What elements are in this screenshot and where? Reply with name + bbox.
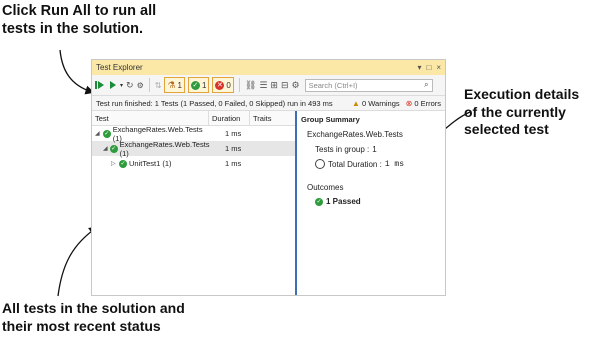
test-duration: 1 ms [225,159,242,168]
filter-passed-count: 1 [201,80,207,90]
callout-tests-status: All tests in the solution and their most… [2,300,185,334]
collapse-arrow-icon[interactable]: ◢ [103,145,108,152]
test-duration: 1 ms [225,129,242,138]
outcomes-label: Outcomes [307,183,344,192]
test-explorer-window: Test Explorer ▾ □ × ▾ ↻ ⚙ ⇅ ⚗ 1 ✓ 1 ✕ 0 [91,59,446,296]
run-all-button[interactable] [95,80,106,90]
cancel-icon[interactable]: ⇅ [155,81,162,90]
title-bar: Test Explorer ▾ □ × [92,60,445,75]
passed-outcome[interactable]: 1 Passed [326,197,361,206]
warning-icon: ▲ [352,98,360,108]
column-duration[interactable]: Duration [209,111,250,125]
collapse-arrow-icon[interactable]: ◢ [95,130,101,137]
passed-icon: ✓ [190,80,200,90]
arrow-run-all [59,49,95,95]
run-summary: Test run finished: 1 Tests (1 Passed, 0 … [96,98,333,108]
total-duration-value: 1 ms [384,159,405,169]
passed-icon: ✓ [102,129,111,138]
window-title: Test Explorer [96,63,143,72]
error-icon: ⊗ [405,98,413,108]
callout-run-all: Click Run All to run all tests in the so… [2,3,157,38]
settings-icon[interactable]: ⚙ [291,80,299,91]
expand-arrow-icon[interactable]: ▷ [111,160,117,167]
errors-count[interactable]: 0 Errors [414,99,441,108]
maximize-icon[interactable]: □ [426,63,431,72]
filter-all-button[interactable]: ⚗ 1 [164,77,185,93]
group-by-icon[interactable]: ☰ [259,80,267,91]
filter-all-count: 1 [177,80,182,90]
filter-failed-button[interactable]: ✕ 0 [212,77,234,93]
play-icon [110,81,116,89]
table-row[interactable]: ◢ ✓ ExchangeRates.Web.Tests (1) 1 ms [92,139,295,158]
test-name: ExchangeRates.Web.Tests (1) [119,139,210,158]
run-dropdown-icon[interactable]: ▾ [120,82,123,89]
passed-icon: ✓ [119,159,127,168]
table-row[interactable]: ▷ ✓ UnitTest1 (1) 1 ms [92,156,295,171]
details-pane: Group Summary ExchangeRates.Web.Tests Te… [297,111,445,295]
test-list-pane: Test Duration Traits ◢ ✓ ExchangeRates.W… [92,111,295,295]
filter-failed-count: 0 [226,80,231,90]
summary-title: Group Summary [301,115,360,124]
status-line: Test run finished: 1 Tests (1 Passed, 0 … [92,96,445,111]
column-test[interactable]: Test [92,111,209,125]
debug-icon[interactable]: ⚙ [137,81,144,90]
test-name: UnitTest1 (1) [129,159,172,168]
total-duration-label: Total Duration : [328,159,382,169]
search-icon: ⌕ [424,80,429,89]
toolbar: ▾ ↻ ⚙ ⇅ ⚗ 1 ✓ 1 ✕ 0 ⛓ ☰ ⊞ ⊟ ⚙ Search (Ct… [92,75,445,96]
warnings-count[interactable]: 0 Warnings [362,99,400,108]
search-placeholder: Search (Ctrl+I) [308,80,358,90]
callout-execution-details: Execution details of the currently selec… [464,86,580,137]
clock-icon [315,159,325,169]
collapse-all-icon[interactable]: ⊟ [281,80,289,91]
summary-group-name: ExchangeRates.Web.Tests [307,130,403,139]
flask-icon: ⚗ [167,79,176,90]
failed-icon: ✕ [215,80,225,90]
test-duration: 1 ms [225,144,242,153]
filter-passed-button[interactable]: ✓ 1 [187,77,210,93]
close-icon[interactable]: × [436,63,441,72]
repeat-run-icon[interactable]: ↻ [126,80,134,91]
tests-in-group-value: 1 [372,145,377,154]
run-button[interactable] [109,80,117,90]
dropdown-icon[interactable]: ▾ [417,63,421,72]
run-all-icon [95,81,104,89]
playlist-icon[interactable]: ⛓ [245,80,256,91]
passed-icon: ✓ [109,144,118,153]
search-input[interactable]: Search (Ctrl+I) ⌕ [304,78,433,92]
expand-all-icon[interactable]: ⊞ [270,80,278,91]
passed-icon: ✓ [315,197,323,206]
column-traits[interactable]: Traits [250,111,295,125]
tests-in-group-label: Tests in group : [315,145,370,154]
